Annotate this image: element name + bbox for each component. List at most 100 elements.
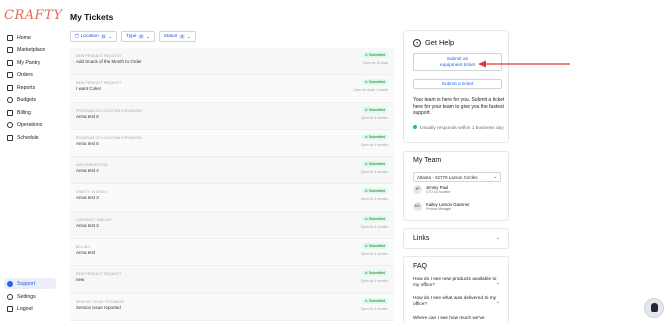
- logout-icon: [7, 306, 13, 312]
- faq-question[interactable]: Where can I see how much we've: [413, 316, 499, 322]
- links-title: Links: [413, 235, 430, 242]
- status-badge: ⊙ Submitted: [361, 106, 388, 113]
- gear-icon: [7, 293, 13, 300]
- sidebar-item-label: Orders: [17, 72, 33, 78]
- chevron-down-icon: ⌄: [495, 235, 500, 241]
- team-member: JP Jimmy Paul CTO Co-founder: [413, 185, 450, 194]
- sidebar-item-label: Budgets: [17, 97, 37, 103]
- check-circle-icon: ⊙: [364, 244, 368, 249]
- page-title: My Tickets: [70, 12, 114, 22]
- check-circle-icon: ⊙: [364, 189, 368, 194]
- check-circle-icon: ⊙: [364, 162, 368, 167]
- chevron-down-icon: ⌄: [495, 280, 500, 286]
- filter-label: Status: [163, 34, 178, 39]
- ticket-row[interactable]: BILLING Anna test ⊙ Submitted Open for 3 mon…: [70, 239, 394, 267]
- status-badge: ⊙ Submitted: [361, 79, 388, 86]
- sidebar-item-label: Reports: [17, 84, 36, 91]
- ticket-category: PROGRAM OR LOCATION EXPANSION: [76, 135, 143, 140]
- tickets-panel: My Tickets ⛉ Location 0 ⌄ Type 0 ⌄ Statu…: [64, 0, 396, 324]
- chevron-down-icon: ⌄: [493, 174, 497, 179]
- calendar-icon: [7, 134, 13, 141]
- open-duration: Open for 3 months: [360, 306, 388, 311]
- ticket-row[interactable]: CRAFTY IN A BOX Anna test 3 ⊙ Submitted Open…: [70, 184, 394, 212]
- sidebar-item-orders[interactable]: Orders: [4, 70, 56, 81]
- ticket-name: Anna test: [76, 250, 96, 256]
- sidebar-item-budgets[interactable]: Budgets: [4, 95, 56, 106]
- chat-avatar-icon[interactable]: [644, 298, 664, 318]
- filter-count: 0: [100, 34, 107, 39]
- sidebar-item-logout[interactable]: Logout: [4, 304, 56, 315]
- ticket-row[interactable]: NEW PRODUCT REQUEST I want Coke! ⊙ Submitte…: [70, 75, 394, 103]
- sidebar-item-operations[interactable]: Operations: [4, 120, 56, 131]
- sidebar-item-label: Logout: [17, 306, 33, 312]
- sidebar-item-marketplace[interactable]: Marketplace: [4, 45, 56, 56]
- status-text: Submitted: [368, 216, 385, 221]
- ticket-category: PROGRAM OR LOCATION EXPANSION: [76, 108, 143, 113]
- ticket-row[interactable]: PROGRAM OR LOCATION EXPANSION Anna test 6…: [70, 102, 394, 130]
- status-badge: ⊙ Submitted: [361, 297, 388, 304]
- filter-bar: ⛉ Location 0 ⌄ Type 0 ⌄ Status 0 ⌄: [70, 31, 196, 42]
- open-duration: Open for 3 months: [360, 197, 388, 202]
- ticket-name: Add Snack of the Month to Order: [76, 59, 142, 64]
- sidebar-item-label: Schedule: [17, 134, 39, 141]
- ticket-row[interactable]: SERVICE LEVEL FEEDBACK Service issue repo…: [70, 293, 394, 321]
- ticket-category: BILLING: [76, 245, 91, 250]
- sidebar-item-label: Operations: [17, 122, 43, 128]
- ticket-row[interactable]: NEW PRODUCT REQUEST new ⊙ Submitted Open for…: [70, 266, 394, 294]
- filter-label: Type: [126, 34, 137, 39]
- ticket-name: Anna test 2: [76, 222, 99, 228]
- pantry-icon: [7, 59, 13, 66]
- open-duration: Open for 3 months: [360, 279, 388, 284]
- avatar: KG: [413, 202, 422, 211]
- open-duration: Open for about 1 month: [353, 88, 388, 93]
- check-circle-icon: ⊙: [364, 271, 368, 276]
- status-text: Submitted: [368, 134, 385, 139]
- type-filter[interactable]: Type 0 ⌄: [121, 31, 155, 42]
- sidebar-item-settings[interactable]: Settings: [4, 291, 56, 302]
- right-panel: ? Get Help Submit an equipment ticket Su…: [403, 0, 510, 324]
- check-circle-icon: ⊙: [364, 107, 368, 112]
- member-role: CTO Co-founder: [426, 190, 451, 194]
- filter-count: 0: [138, 34, 144, 39]
- ticket-name: Anna test 3: [76, 195, 99, 201]
- status-badge: ⊙ Submitted: [361, 243, 388, 250]
- sidebar-item-schedule[interactable]: Schedule: [4, 132, 56, 143]
- help-icon: [7, 280, 13, 287]
- ticket-name: Anna test 4: [76, 168, 99, 174]
- sidebar-item-label: Billing: [17, 109, 31, 116]
- ticket-row[interactable]: CONTRACT INQUIRY Anna test 2 ⊙ Submitted Ope…: [70, 211, 394, 240]
- status-filter[interactable]: Status 0 ⌄: [158, 31, 196, 42]
- filter-label: Location: [80, 34, 99, 39]
- status-text: Submitted: [368, 162, 385, 167]
- ticket-name: Anna test 6: [76, 113, 99, 119]
- my-team-card: My Team Atlanta - 32779 Larson Circles ⌄ …: [403, 151, 509, 221]
- crafty-logo[interactable]: CRAFTY: [4, 8, 62, 23]
- location-filter[interactable]: ⛉ Location 0 ⌄: [70, 31, 118, 42]
- sidebar-item-home[interactable]: Home: [4, 32, 56, 43]
- ticket-category: IMPLEMENTATION: [76, 163, 108, 168]
- sidebar-item-my-pantry[interactable]: My Pantry: [4, 57, 56, 68]
- status-badge: ⊙ Submitted: [361, 52, 388, 58]
- get-help-header: ? Get Help: [413, 38, 454, 47]
- store-icon: [7, 47, 13, 53]
- location-select[interactable]: Atlanta - 32779 Larson Circles ⌄: [413, 172, 501, 182]
- ticket-category: NEW PRODUCT REQUEST: [76, 272, 122, 277]
- sidebar-item-reports[interactable]: Reports: [4, 82, 56, 93]
- billing-icon: [7, 109, 13, 116]
- check-circle-icon: ⊙: [364, 53, 368, 57]
- faq-question[interactable]: How do I see new products available to m…: [413, 277, 499, 289]
- ticket-row[interactable]: IMPLEMENTATION Anna test 4 ⊙ Submitted Open …: [70, 157, 394, 185]
- ticket-name: Service issue reported: [76, 304, 121, 310]
- get-help-card: ? Get Help Submit an equipment ticket Su…: [403, 30, 509, 143]
- links-card[interactable]: Links ⌄: [403, 228, 509, 249]
- faq-title: FAQ: [413, 263, 428, 270]
- ticket-row[interactable]: NEW PRODUCT REQUEST Add Snack of the Mont…: [70, 48, 394, 76]
- chevron-down-icon: ⌄: [495, 299, 500, 305]
- chevron-down-icon: ⌄: [145, 33, 150, 39]
- sidebar-item-support[interactable]: Support: [4, 278, 56, 289]
- faq-question[interactable]: How do I see what was delivered to my of…: [413, 296, 499, 308]
- submit-ticket-button[interactable]: Submit a ticket: [413, 79, 502, 89]
- sidebar-item-label: Settings: [17, 293, 36, 300]
- ticket-row[interactable]: PROGRAM OR LOCATION EXPANSION Anna test 5…: [70, 129, 394, 158]
- sidebar-item-billing[interactable]: Billing: [4, 107, 56, 118]
